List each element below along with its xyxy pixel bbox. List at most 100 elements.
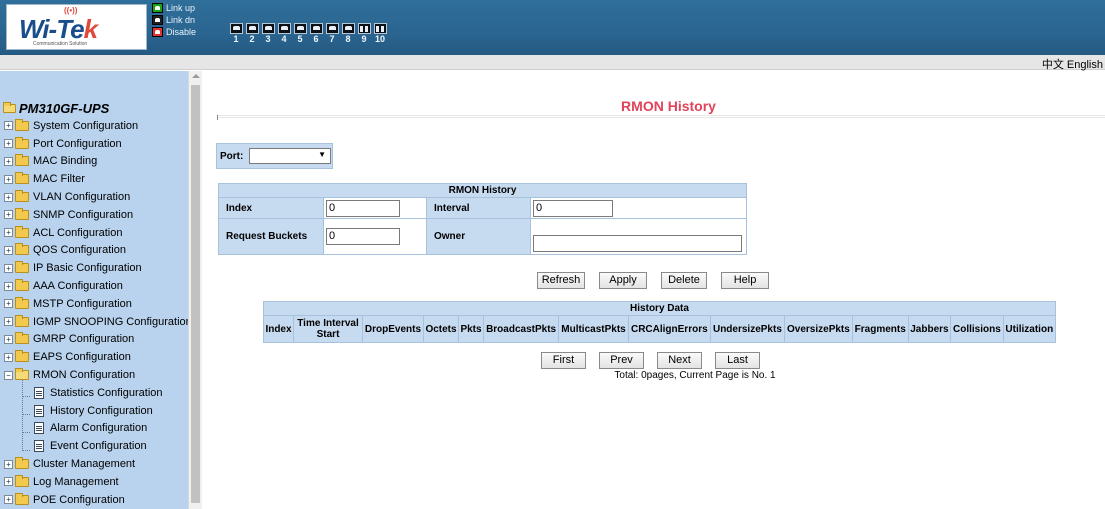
sidebar-item-igmp-snooping-configuration[interactable]: + IGMP SNOOPING Configuration [0, 313, 188, 331]
port-4[interactable]: 4 [277, 23, 291, 44]
pager-buttons: First Prev Next Last [541, 352, 760, 369]
port-6[interactable]: 6 [309, 23, 323, 44]
folder-icon [15, 492, 29, 505]
sidebar-item-ip-basic-configuration[interactable]: + IP Basic Configuration [0, 259, 188, 277]
expand-icon[interactable]: + [4, 263, 13, 273]
tree-branch-line [22, 380, 30, 398]
expand-icon[interactable]: + [4, 210, 13, 220]
expand-icon[interactable]: + [4, 477, 13, 487]
tree-branch-line [22, 398, 30, 416]
interval-input[interactable]: 0 [533, 199, 613, 217]
expand-icon[interactable]: + [4, 352, 13, 362]
sidebar-item-qos-configuration[interactable]: + QOS Configuration [0, 242, 188, 260]
expand-icon[interactable]: + [4, 281, 13, 291]
sidebar-item-aaa-configuration[interactable]: + AAA Configuration [0, 277, 188, 295]
expand-icon[interactable]: + [4, 121, 13, 131]
expand-icon[interactable]: + [4, 228, 13, 238]
request-buckets-input[interactable]: 0 [326, 228, 400, 245]
prev-page-button[interactable]: Prev [599, 352, 644, 369]
scroll-up-arrow-icon[interactable] [192, 74, 200, 78]
refresh-button[interactable]: Refresh [537, 272, 585, 289]
sidebar-item-event-configuration[interactable]: Event Configuration [0, 433, 188, 455]
fiber-port-icon [357, 23, 371, 34]
legend-link-down: Link dn [152, 14, 196, 26]
title-divider [217, 115, 1105, 120]
owner-label: Owner [426, 218, 531, 255]
sidebar-item-port-configuration[interactable]: + Port Configuration [0, 135, 188, 153]
expand-icon[interactable]: + [4, 334, 13, 344]
port-selector-box: Port: [216, 143, 333, 169]
port-7[interactable]: 7 [325, 23, 339, 44]
nav-tree: PM310GF-UPS + System Configuration + Port … [0, 71, 188, 509]
sidebar-item-gmrp-configuration[interactable]: + GMRP Configuration [0, 331, 188, 349]
sidebar-item-cluster-management[interactable]: + Cluster Management [0, 455, 188, 473]
expand-icon[interactable]: + [4, 174, 13, 184]
port-panel: 1 2 3 4 5 6 7 8 9 10 [229, 23, 389, 44]
port-2[interactable]: 2 [245, 23, 259, 44]
expand-icon[interactable]: + [4, 299, 13, 309]
expand-icon[interactable]: + [4, 139, 13, 149]
port-status-legend: Link up Link dn Disable [152, 2, 196, 38]
ethernet-port-icon [309, 23, 323, 34]
folder-icon [15, 314, 29, 327]
scrollbar-thumb[interactable] [191, 85, 200, 503]
column-header: Time Interval Start [293, 315, 364, 343]
sidebar-scrollbar[interactable] [188, 71, 202, 509]
sidebar-item-system-configuration[interactable]: + System Configuration [0, 117, 188, 135]
sidebar-item-mstp-configuration[interactable]: + MSTP Configuration [0, 295, 188, 313]
sidebar-item-eaps-configuration[interactable]: + EAPS Configuration [0, 348, 188, 366]
expand-icon[interactable]: + [4, 495, 13, 505]
next-page-button[interactable]: Next [657, 352, 702, 369]
delete-button[interactable]: Delete [661, 272, 707, 289]
folder-icon [15, 190, 29, 203]
index-input[interactable]: 0 [326, 199, 400, 217]
folder-icon [15, 154, 29, 167]
folder-icon [15, 243, 29, 256]
folder-icon [15, 350, 29, 363]
owner-input[interactable] [533, 235, 742, 252]
port-8[interactable]: 8 [341, 23, 355, 44]
language-switch[interactable]: 中文 English [1042, 56, 1103, 72]
language-bar: 中文 English [0, 55, 1105, 72]
port-link-down-icon [152, 15, 163, 25]
port-10[interactable]: 10 [373, 23, 387, 44]
sidebar-item-mac-binding[interactable]: + MAC Binding [0, 153, 188, 171]
port-1[interactable]: 1 [229, 23, 243, 44]
help-button[interactable]: Help [721, 272, 769, 289]
sidebar-item-mac-filter[interactable]: + MAC Filter [0, 170, 188, 188]
apply-button[interactable]: Apply [599, 272, 647, 289]
page-icon [34, 440, 44, 453]
tree-root[interactable]: PM310GF-UPS [0, 99, 188, 117]
port-9[interactable]: 9 [357, 23, 371, 44]
history-data-table: History Data Index Time Interval Start D… [262, 301, 1057, 343]
expand-icon[interactable]: + [4, 156, 13, 166]
ethernet-port-icon [277, 23, 291, 34]
column-header: Index [262, 315, 295, 343]
port-5[interactable]: 5 [293, 23, 307, 44]
first-page-button[interactable]: First [541, 352, 586, 369]
sidebar-item-vlan-configuration[interactable]: + VLAN Configuration [0, 188, 188, 206]
page-title: RMON History [621, 98, 716, 114]
folder-icon [15, 457, 29, 470]
main-content: RMON History Port: RMON History Index 0 … [202, 71, 1105, 509]
column-header: Jabbers [907, 315, 952, 343]
column-header: CRCAlignErrors [627, 315, 711, 343]
sidebar-item-snmp-configuration[interactable]: + SNMP Configuration [0, 206, 188, 224]
port-select[interactable] [249, 148, 331, 164]
pager-status: Total: 0pages, Current Page is No. 1 [614, 370, 776, 381]
port-3[interactable]: 3 [261, 23, 275, 44]
sidebar-item-poe-configuration[interactable]: + POE Configuration [0, 491, 188, 509]
expand-icon[interactable]: + [4, 245, 13, 255]
column-header: OversizePkts [784, 315, 853, 343]
folder-icon [15, 296, 29, 309]
expand-icon[interactable]: + [4, 192, 13, 202]
last-page-button[interactable]: Last [715, 352, 760, 369]
expand-icon[interactable]: + [4, 459, 13, 469]
sidebar: PM310GF-UPS + System Configuration + Port … [0, 71, 202, 509]
folder-icon [15, 172, 29, 185]
collapse-icon[interactable]: − [4, 370, 13, 380]
expand-icon[interactable]: + [4, 317, 13, 327]
sidebar-item-acl-configuration[interactable]: + ACL Configuration [0, 224, 188, 242]
sidebar-item-log-management[interactable]: + Log Management [0, 473, 188, 491]
folder-icon [15, 261, 29, 274]
